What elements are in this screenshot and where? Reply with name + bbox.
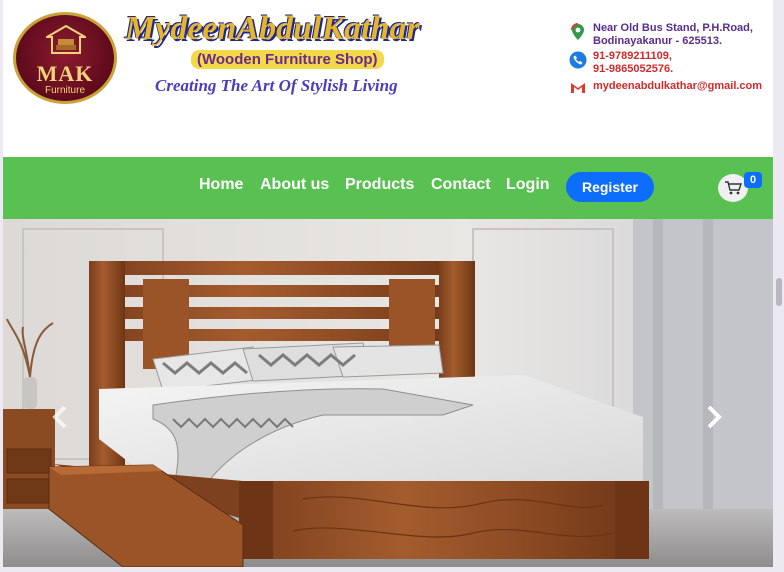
logo-subtext: Furniture — [44, 85, 85, 96]
page-scrollbar[interactable] — [776, 278, 782, 306]
nav-login[interactable]: Login — [506, 176, 550, 194]
window-bottom-edge — [0, 567, 784, 572]
phone-number-1[interactable]: 91-9789211109, — [593, 50, 762, 63]
page: MAK Furniture MydeenAbdulKathar (Wooden … — [3, 0, 773, 572]
cart-icon — [725, 181, 742, 195]
nav-products[interactable]: Products — [345, 176, 414, 194]
address-line-2: Bodinayakanur - 625513. — [593, 35, 723, 47]
carousel-next-button[interactable] — [699, 399, 727, 435]
address-line-1: Near Old Bus Stand, P.H.Road, — [593, 22, 753, 34]
main-navbar: Home About us Products Contact Login Reg… — [3, 157, 773, 219]
email-address[interactable]: mydeenabdulkathar@gmail.com — [593, 80, 762, 93]
phone-block: 91-9789211109, 91-9865052576. — [569, 50, 762, 76]
cart-count-badge: 0 — [744, 172, 762, 188]
brand-subtitle: (Wooden Furniture Shop) — [191, 50, 384, 69]
chevron-right-icon — [707, 405, 722, 429]
map-pin-icon — [571, 23, 584, 40]
hero-bed-image — [3, 219, 773, 567]
brand-logo[interactable]: MAK Furniture — [13, 12, 117, 104]
nav-contact[interactable]: Contact — [431, 176, 491, 194]
hero-carousel[interactable] — [3, 219, 773, 567]
email-block: mydeenabdulkathar@gmail.com — [569, 80, 762, 93]
house-logo-icon — [46, 25, 86, 54]
carousel-prev-button[interactable] — [47, 399, 75, 435]
brand-name: MydeenAbdulKathar — [125, 10, 420, 47]
brand-tagline: Creating The Art Of Stylish Living — [155, 76, 398, 95]
chevron-left-icon — [52, 405, 67, 429]
site-header: MAK Furniture MydeenAbdulKathar (Wooden … — [3, 0, 773, 157]
phone-number-2[interactable]: 91-9865052576. — [593, 63, 762, 76]
phone-icon — [569, 51, 587, 69]
contact-info: Near Old Bus Stand, P.H.Road, Bodinayaka… — [569, 22, 762, 93]
logo-text: MAK — [36, 61, 94, 86]
nav-home[interactable]: Home — [199, 176, 243, 194]
address-block: Near Old Bus Stand, P.H.Road, Bodinayaka… — [569, 22, 762, 48]
gmail-icon — [571, 83, 585, 93]
register-button[interactable]: Register — [566, 172, 654, 202]
nav-about-us[interactable]: About us — [260, 176, 329, 194]
